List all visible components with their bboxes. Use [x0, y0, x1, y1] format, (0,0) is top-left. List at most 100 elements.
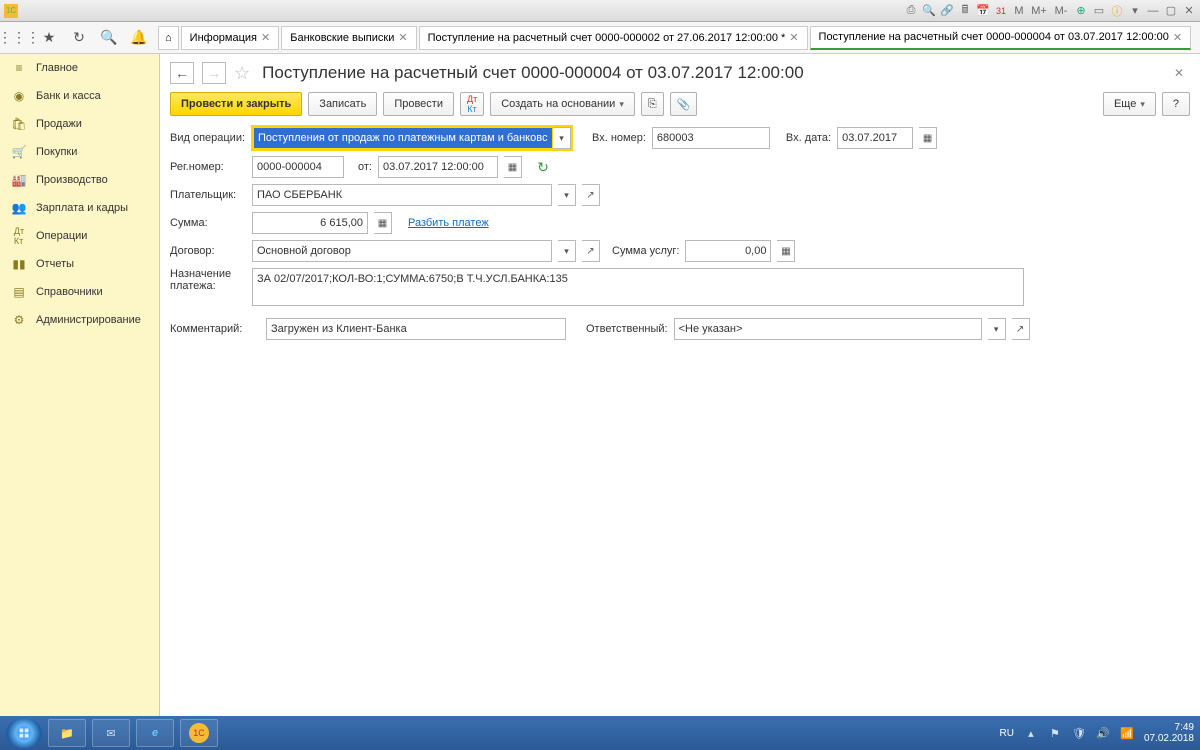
sidebar-item-main[interactable]: ≡Главное [0, 54, 159, 82]
tab-label: Поступление на расчетный счет 0000-00000… [428, 32, 786, 44]
nav-back-button[interactable]: ← [170, 62, 194, 84]
maximize-icon[interactable]: ▢ [1164, 4, 1178, 18]
info-icon[interactable]: ⓘ [1110, 4, 1124, 18]
op-type-dropdown-icon[interactable]: ▾ [553, 127, 571, 149]
taskbar-item-1c[interactable]: 1С [180, 719, 218, 747]
menu-icon: ≡ [12, 61, 26, 75]
sidebar-item-purchases[interactable]: 🛒Покупки [0, 138, 159, 166]
refresh-icon[interactable]: ↻ [534, 158, 552, 176]
industry-icon: 🏭 [12, 173, 26, 187]
structure-button[interactable]: ⎘ [641, 92, 664, 116]
tray-security-icon[interactable]: ⚑ [1048, 726, 1062, 740]
tab-receipt-2[interactable]: Поступление на расчетный счет 0000-00000… [419, 26, 808, 50]
service-sum-field[interactable] [685, 240, 771, 262]
post-close-button[interactable]: Провести и закрыть [170, 92, 302, 116]
ext-num-field[interactable] [652, 127, 770, 149]
taskbar-item-mail[interactable]: ✉ [92, 719, 130, 747]
date-icon[interactable]: 31 [994, 4, 1008, 18]
payer-field[interactable] [252, 184, 552, 206]
split-payment-link[interactable]: Разбить платеж [408, 217, 489, 229]
responsible-dropdown-icon[interactable]: ▾ [988, 318, 1006, 340]
calc-icon[interactable]: ▦ [777, 240, 795, 262]
post-button[interactable]: Провести [383, 92, 454, 116]
panel-close-icon[interactable]: ✕ [1168, 66, 1190, 80]
op-type-field[interactable] [253, 127, 553, 149]
star-icon[interactable]: ★ [40, 29, 58, 47]
search-tool-icon[interactable]: 🔍 [100, 29, 118, 47]
calendar-icon[interactable]: 📅 [976, 4, 990, 18]
favorite-icon[interactable]: ☆ [234, 63, 250, 84]
calc-icon[interactable]: ▦ [374, 212, 392, 234]
sidebar-item-sales[interactable]: 🛍Продажи [0, 110, 159, 138]
tab-info[interactable]: Информация✕ [181, 26, 280, 50]
purpose-field[interactable] [252, 268, 1024, 306]
payer-open-icon[interactable]: ↗ [582, 184, 600, 206]
sidebar-item-hr[interactable]: 👥Зарплата и кадры [0, 194, 159, 222]
ext-date-field[interactable] [837, 127, 913, 149]
m-minus[interactable]: M- [1052, 4, 1070, 18]
link-icon[interactable]: 🔗 [940, 4, 954, 18]
sidebar-item-admin[interactable]: ⚙Администрирование [0, 306, 159, 334]
attach-button[interactable]: 📎 [670, 92, 698, 116]
tray-volume-icon[interactable]: 🔊 [1096, 726, 1110, 740]
calc-icon[interactable]: 🖩 [958, 4, 972, 18]
comment-field[interactable] [266, 318, 566, 340]
clock-time: 7:49 [1144, 722, 1194, 733]
nav-forward-button[interactable]: → [202, 62, 226, 84]
save-button[interactable]: Записать [308, 92, 377, 116]
help-button[interactable]: ? [1162, 92, 1190, 116]
search-icon[interactable]: 🔍 [922, 4, 936, 18]
m-label[interactable]: M [1012, 4, 1026, 18]
sidebar-item-production[interactable]: 🏭 Производство [0, 166, 159, 194]
tab-bank-statements[interactable]: Банковские выписки✕ [281, 26, 416, 50]
reg-date-label: от: [358, 161, 372, 173]
contract-open-icon[interactable]: ↗ [582, 240, 600, 262]
sidebar-item-operations[interactable]: ДтКтОперации [0, 222, 159, 250]
nav-icon[interactable]: ⊕ [1074, 4, 1088, 18]
reg-date-field[interactable] [378, 156, 498, 178]
payer-dropdown-icon[interactable]: ▾ [558, 184, 576, 206]
layout-icon[interactable]: ▭ [1092, 4, 1106, 18]
calendar-icon[interactable]: ▦ [919, 127, 937, 149]
apps-icon[interactable]: ⋮⋮⋮ [10, 29, 28, 47]
tab-close-icon[interactable]: ✕ [398, 31, 407, 44]
tray-shield-icon[interactable]: 🛡 [1072, 726, 1086, 740]
sidebar-item-label: Производство [36, 174, 108, 186]
clock[interactable]: 7:49 07.02.2018 [1144, 722, 1194, 744]
tray-network-icon[interactable]: 📶 [1120, 726, 1134, 740]
minimize-icon[interactable]: — [1146, 4, 1160, 18]
tab-close-icon[interactable]: ✕ [1173, 31, 1182, 44]
sidebar-item-bank[interactable]: ◉Банк и касса [0, 82, 159, 110]
responsible-field[interactable] [674, 318, 982, 340]
dtkt-button[interactable]: ДтКт [460, 92, 484, 116]
close-icon[interactable]: ✕ [1182, 4, 1196, 18]
m-plus[interactable]: M+ [1030, 4, 1048, 18]
calendar-icon[interactable]: ▦ [504, 156, 522, 178]
create-based-button[interactable]: Создать на основании▾ [490, 92, 635, 116]
sidebar-item-reports[interactable]: ▮▮Отчеты [0, 250, 159, 278]
drop-icon[interactable]: ▾ [1128, 4, 1142, 18]
sum-label: Сумма: [170, 217, 246, 229]
tab-close-icon[interactable]: ✕ [789, 31, 798, 44]
history-icon[interactable]: ↻ [70, 29, 88, 47]
more-button[interactable]: Еще▾ [1103, 92, 1156, 116]
gear-icon: ⚙ [12, 313, 26, 327]
tray-chevron-icon[interactable]: ▴ [1024, 726, 1038, 740]
taskbar-item-browser[interactable]: e [136, 719, 174, 747]
start-button[interactable] [6, 718, 42, 748]
taskbar-item-explorer[interactable]: 📁 [48, 719, 86, 747]
tab-receipt-4[interactable]: Поступление на расчетный счет 0000-00000… [810, 26, 1192, 50]
print-icon[interactable]: ⎙ [904, 4, 918, 18]
contract-field[interactable] [252, 240, 552, 262]
tab-close-icon[interactable]: ✕ [261, 31, 270, 44]
folder-icon: 📁 [60, 727, 74, 740]
window-titlebar: 1C ⎙ 🔍 🔗 🖩 📅 31 M M+ M- ⊕ ▭ ⓘ ▾ — ▢ ✕ [0, 0, 1200, 22]
contract-dropdown-icon[interactable]: ▾ [558, 240, 576, 262]
reg-num-field[interactable] [252, 156, 344, 178]
bell-icon[interactable]: 🔔 [130, 29, 148, 47]
lang-indicator[interactable]: RU [999, 728, 1013, 739]
responsible-open-icon[interactable]: ↗ [1012, 318, 1030, 340]
sidebar-item-refs[interactable]: ▤Справочники [0, 278, 159, 306]
tab-home[interactable]: ⌂ [158, 26, 179, 50]
sum-field[interactable] [252, 212, 368, 234]
